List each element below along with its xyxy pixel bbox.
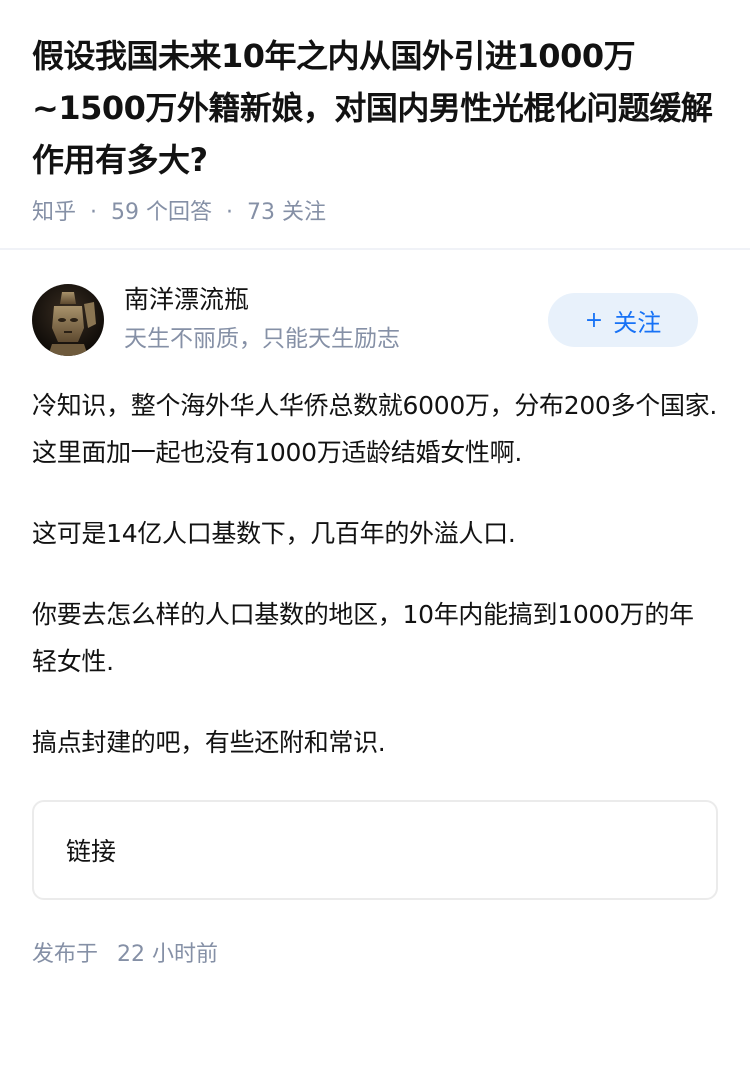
avatar[interactable] xyxy=(32,284,104,356)
answer-paragraph: 这可是14亿人口基数下，几百年的外溢人口. xyxy=(32,519,516,548)
section-divider xyxy=(0,248,750,250)
plus-icon: + xyxy=(584,307,604,333)
follow-button[interactable]: + 关注 xyxy=(548,293,698,347)
author-row: 南洋漂流瓶 天生不丽质，只能天生励志 + 关注 xyxy=(0,284,750,356)
answer-paragraph: 冷知识，整个海外华人华侨总数就6000万，分布200多个国家.这里面加一起也没有… xyxy=(32,391,717,467)
published-time: 22 小时前 xyxy=(117,942,219,967)
publish-time: 发布于 22 小时前 xyxy=(0,936,750,968)
answers-count[interactable]: 59 个回答 xyxy=(111,198,212,228)
meta-separator: · xyxy=(90,200,98,225)
followers-count: 73 关注 xyxy=(247,200,327,225)
link-label: 链接 xyxy=(66,837,117,866)
link-card[interactable]: 链接 xyxy=(32,800,718,900)
author-bio: 天生不丽质，只能天生励志 xyxy=(124,326,400,352)
question-title[interactable]: 假设我国未来10年之内从国外引进1000万~1500万外籍新娘，对国内男性光棍化… xyxy=(32,30,718,186)
question-meta: 知乎 · 59 个回答 · 73 关注 xyxy=(32,198,718,228)
question-header: 假设我国未来10年之内从国外引进1000万~1500万外籍新娘，对国内男性光棍化… xyxy=(0,0,750,225)
answer-paragraph: 搞点封建的吧，有些还附和常识. xyxy=(32,728,386,757)
answer-body: 冷知识，整个海外华人华侨总数就6000万，分布200多个国家.这里面加一起也没有… xyxy=(0,382,750,766)
answer-paragraph: 你要去怎么样的人口基数的地区，10年内能搞到1000万的年轻女性. xyxy=(32,600,694,676)
author-info: 南洋漂流瓶 天生不丽质，只能天生励志 xyxy=(124,284,548,356)
follow-label: 关注 xyxy=(613,308,662,337)
published-prefix: 发布于 xyxy=(32,942,99,967)
author-name[interactable]: 南洋漂流瓶 xyxy=(124,284,548,316)
meta-separator: · xyxy=(226,200,234,225)
source-label: 知乎 xyxy=(32,200,77,225)
